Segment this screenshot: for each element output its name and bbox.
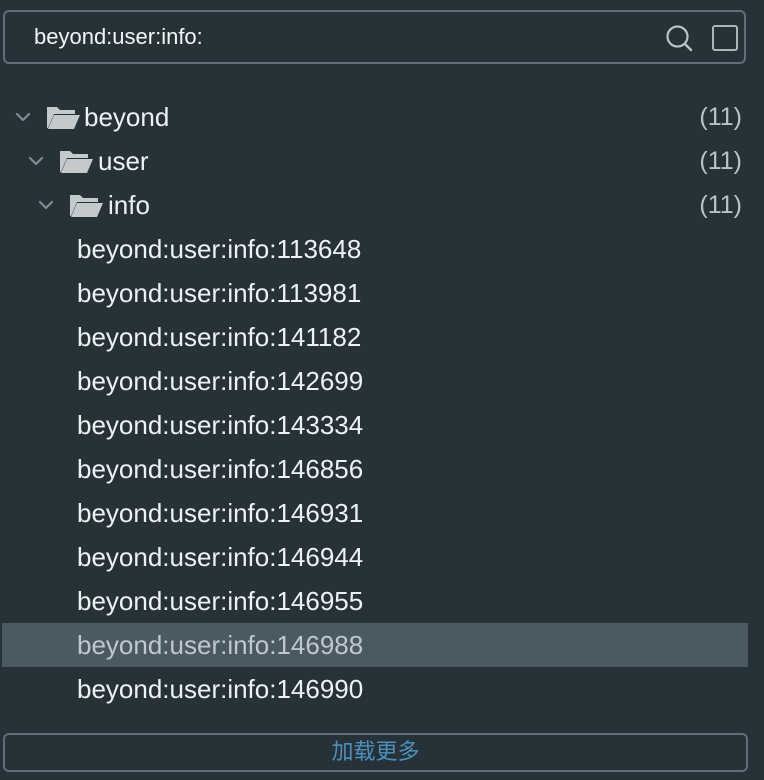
checkbox-icon[interactable] bbox=[712, 25, 738, 51]
key-label: beyond:user:info:146931 bbox=[77, 498, 364, 528]
key-label: beyond:user:info:143334 bbox=[77, 410, 364, 440]
key-item[interactable]: beyond:user:info:113648 bbox=[0, 227, 764, 271]
folder-count: (11) bbox=[699, 103, 742, 131]
key-label: beyond:user:info:146955 bbox=[77, 586, 364, 616]
key-item[interactable]: beyond:user:info:142699 bbox=[0, 359, 764, 403]
key-item[interactable]: beyond:user:info:146990 bbox=[0, 667, 764, 711]
folder-count: (11) bbox=[699, 147, 742, 175]
folder-open-icon bbox=[60, 151, 93, 173]
key-label: beyond:user:info:146990 bbox=[77, 674, 364, 704]
folder-label: beyond bbox=[84, 102, 170, 132]
key-tree: beyond (11) user (11) info (11) beyond:u… bbox=[0, 95, 764, 711]
key-label: beyond:user:info:146988 bbox=[77, 630, 364, 660]
key-label: beyond:user:info:113648 bbox=[77, 234, 362, 264]
key-item[interactable]: beyond:user:info:146955 bbox=[0, 579, 764, 623]
key-item[interactable]: beyond:user:info:146856 bbox=[0, 447, 764, 491]
key-label: beyond:user:info:113981 bbox=[77, 278, 362, 308]
chevron-down-icon[interactable] bbox=[37, 196, 55, 214]
chevron-down-icon[interactable] bbox=[27, 152, 45, 170]
key-item-selected[interactable]: beyond:user:info:146988 bbox=[2, 623, 748, 667]
folder-label: info bbox=[108, 190, 150, 220]
folder-open-icon bbox=[47, 107, 80, 129]
folder-label: user bbox=[98, 146, 149, 176]
search-icon[interactable] bbox=[665, 24, 693, 52]
load-more-button[interactable]: 加载更多 bbox=[3, 733, 748, 772]
tree-folder-beyond[interactable]: beyond (11) bbox=[0, 95, 764, 139]
key-item[interactable]: beyond:user:info:146944 bbox=[0, 535, 764, 579]
key-label: beyond:user:info:146856 bbox=[77, 454, 364, 484]
tree-folder-user[interactable]: user (11) bbox=[0, 139, 764, 183]
key-item[interactable]: beyond:user:info:141182 bbox=[0, 315, 764, 359]
folder-open-icon bbox=[70, 195, 103, 217]
key-item[interactable]: beyond:user:info:143334 bbox=[0, 403, 764, 447]
key-label: beyond:user:info:142699 bbox=[77, 366, 364, 396]
chevron-down-icon[interactable] bbox=[14, 108, 32, 126]
key-item[interactable]: beyond:user:info:113981 bbox=[0, 271, 764, 315]
key-item[interactable]: beyond:user:info:146931 bbox=[0, 491, 764, 535]
key-label: beyond:user:info:141182 bbox=[77, 322, 362, 352]
tree-folder-info[interactable]: info (11) bbox=[0, 183, 764, 227]
folder-count: (11) bbox=[699, 191, 742, 219]
key-label: beyond:user:info:146944 bbox=[77, 542, 364, 572]
search-bar bbox=[3, 10, 746, 64]
search-input[interactable] bbox=[34, 12, 634, 62]
